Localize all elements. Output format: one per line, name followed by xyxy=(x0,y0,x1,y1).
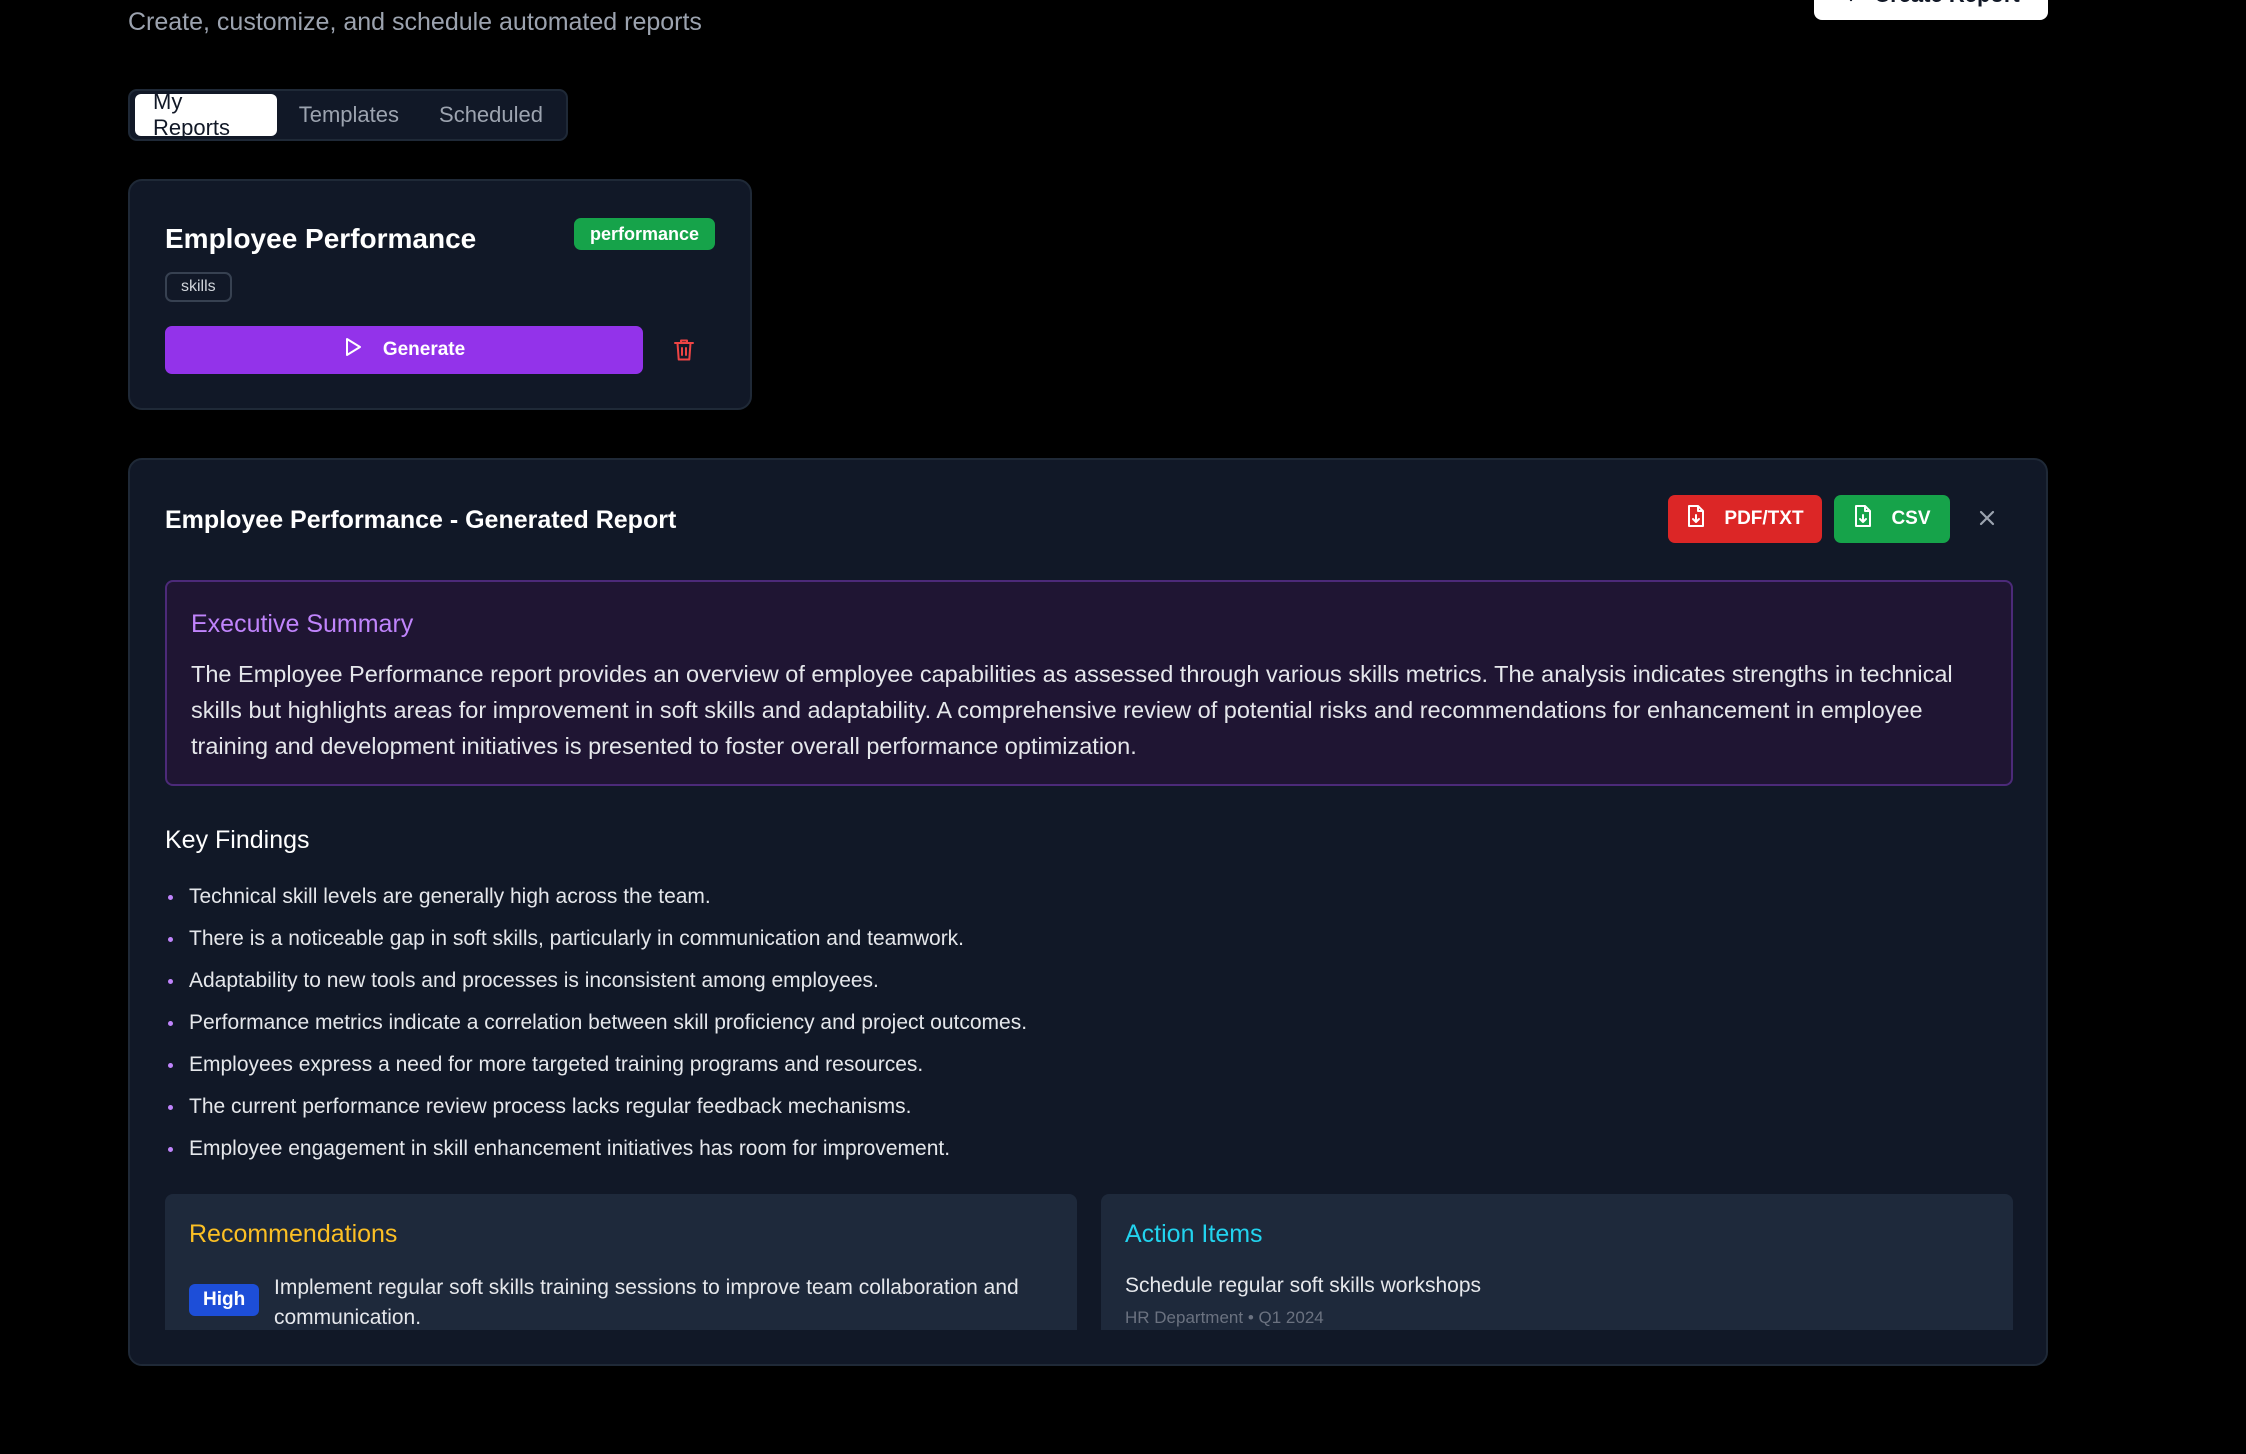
executive-summary: Executive Summary The Employee Performan… xyxy=(165,580,2013,786)
category-badge: performance xyxy=(573,218,715,250)
export-pdf-button[interactable]: PDF/TXT xyxy=(1668,495,1822,543)
finding-text: Employee engagement in skill enhancement… xyxy=(189,1137,951,1160)
export-csv-button[interactable]: CSV xyxy=(1834,495,1950,543)
bullet-icon xyxy=(168,894,173,900)
plus-icon xyxy=(1842,0,1860,8)
finding-text: Employees express a need for more target… xyxy=(189,1053,924,1076)
list-item: Employees express a need for more target… xyxy=(165,1044,1365,1086)
executive-summary-text: The Employee Performance report provides… xyxy=(191,661,1953,759)
scroll-clip xyxy=(130,1330,2046,1364)
action-item-due: Q1 2024 xyxy=(1258,1308,1324,1327)
finding-text: Adaptability to new tools and processes … xyxy=(189,969,879,992)
tab-my-reports[interactable]: My Reports xyxy=(135,89,277,140)
action-item-text: Schedule regular soft skills workshops xyxy=(1125,1274,1481,1297)
bullet-icon xyxy=(168,1020,173,1026)
key-findings-heading: Key Findings xyxy=(165,826,310,854)
page-subtitle: Create, customize, and schedule automate… xyxy=(128,8,702,36)
create-report-label: Create Report xyxy=(1874,0,2019,8)
action-items-heading: Action Items xyxy=(1125,1220,1263,1248)
finding-text: There is a noticeable gap in soft skills… xyxy=(189,927,965,950)
file-download-icon xyxy=(1853,504,1873,534)
bullet-icon xyxy=(168,978,173,984)
executive-summary-heading: Executive Summary xyxy=(191,610,414,638)
tab-templates[interactable]: Templates xyxy=(281,94,417,136)
list-item: The current performance review process l… xyxy=(165,1086,1365,1128)
bullet-icon xyxy=(168,1146,173,1152)
action-item-meta: HR Department • Q1 2024 xyxy=(1125,1308,1324,1328)
report-card: Employee Performance performance skills … xyxy=(128,179,752,410)
finding-text: The current performance review process l… xyxy=(189,1095,912,1118)
tab-scheduled[interactable]: Scheduled xyxy=(421,94,561,136)
recommendations-heading: Recommendations xyxy=(189,1220,398,1248)
create-report-button[interactable]: Create Report xyxy=(1814,0,2048,20)
report-tabs: My Reports Templates Scheduled xyxy=(128,89,568,141)
generate-button[interactable]: Generate xyxy=(165,326,643,374)
list-item: Performance metrics indicate a correlati… xyxy=(165,1002,1365,1044)
play-icon xyxy=(343,336,363,364)
file-download-icon xyxy=(1686,504,1706,534)
export-csv-label: CSV xyxy=(1891,508,1931,529)
bullet-icon xyxy=(168,936,173,942)
finding-text: Technical skill levels are generally hig… xyxy=(189,885,711,908)
report-tag: skills xyxy=(165,272,232,302)
list-item: Technical skill levels are generally hig… xyxy=(165,876,1365,918)
trash-icon[interactable] xyxy=(670,336,698,364)
finding-text: Performance metrics indicate a correlati… xyxy=(189,1011,1028,1034)
bullet-icon xyxy=(168,1104,173,1110)
generate-label: Generate xyxy=(382,339,466,360)
key-findings-list: Technical skill levels are generally hig… xyxy=(165,876,1365,1170)
generated-report-panel: Employee Performance - Generated Report … xyxy=(128,458,2048,1366)
report-card-title: Employee Performance xyxy=(165,223,477,254)
generated-report-title: Employee Performance - Generated Report xyxy=(165,506,677,534)
list-item: There is a noticeable gap in soft skills… xyxy=(165,918,1365,960)
priority-badge: High xyxy=(189,1284,260,1316)
export-pdf-label: PDF/TXT xyxy=(1724,508,1804,529)
recommendation-text: Implement regular soft skills training s… xyxy=(274,1276,1019,1329)
separator-dot: • xyxy=(1247,1308,1259,1327)
close-icon[interactable] xyxy=(1974,505,2000,531)
list-item: Employee engagement in skill enhancement… xyxy=(165,1128,1365,1170)
action-item-owner: HR Department xyxy=(1125,1308,1244,1327)
list-item: Adaptability to new tools and processes … xyxy=(165,960,1365,1002)
bullet-icon xyxy=(168,1062,173,1068)
